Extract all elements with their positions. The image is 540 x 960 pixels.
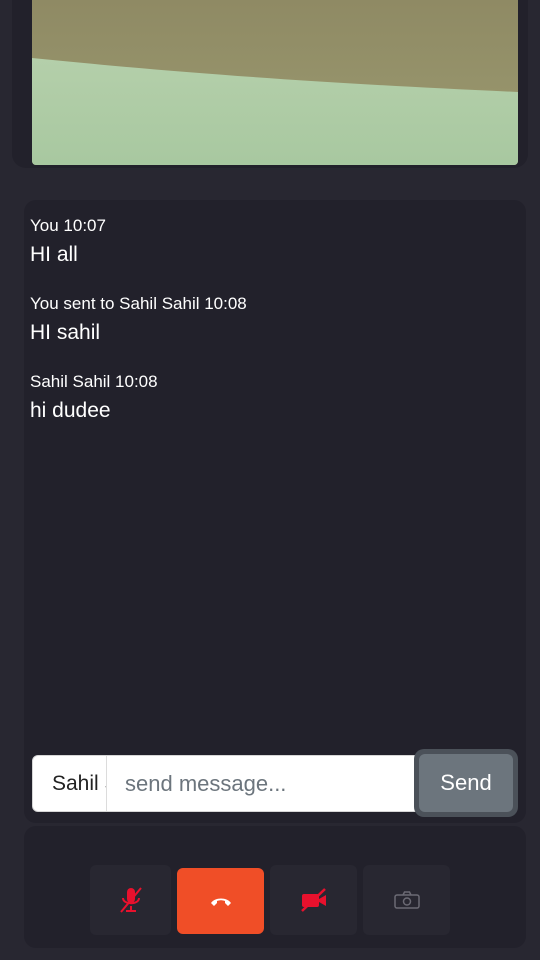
message-meta: You 10:07 (30, 216, 106, 235)
send-button-focus-ring: Send (414, 749, 518, 817)
mic-muted-icon (119, 887, 142, 913)
video-off-icon (300, 888, 326, 912)
video-feed (32, 0, 518, 165)
message-input[interactable] (107, 756, 417, 811)
message-text: hi dudee (30, 399, 111, 422)
toggle-video-button[interactable] (270, 865, 357, 935)
message-text: HI sahil (30, 321, 101, 344)
recipient-select[interactable]: Sahil Sahil (33, 756, 107, 811)
message-text: HI all (30, 243, 78, 266)
chat-message: Sahil Sahil 10:08 hi dudee (30, 372, 158, 424)
message-meta: Sahil Sahil 10:08 (30, 372, 158, 391)
chat-message: You 10:07 HI all (30, 216, 106, 268)
mute-mic-button[interactable] (90, 865, 171, 935)
chat-message: You sent to Sahil Sahil 10:08 HI sahil (30, 294, 247, 346)
send-button[interactable]: Send (419, 754, 513, 812)
phone-hangup-icon (210, 898, 231, 906)
screenshot-button[interactable] (363, 865, 450, 935)
camera-icon (393, 891, 420, 909)
end-call-button[interactable] (177, 868, 264, 934)
message-composer: Sahil Sahil (32, 755, 418, 812)
message-meta: You sent to Sahil Sahil 10:08 (30, 294, 247, 313)
